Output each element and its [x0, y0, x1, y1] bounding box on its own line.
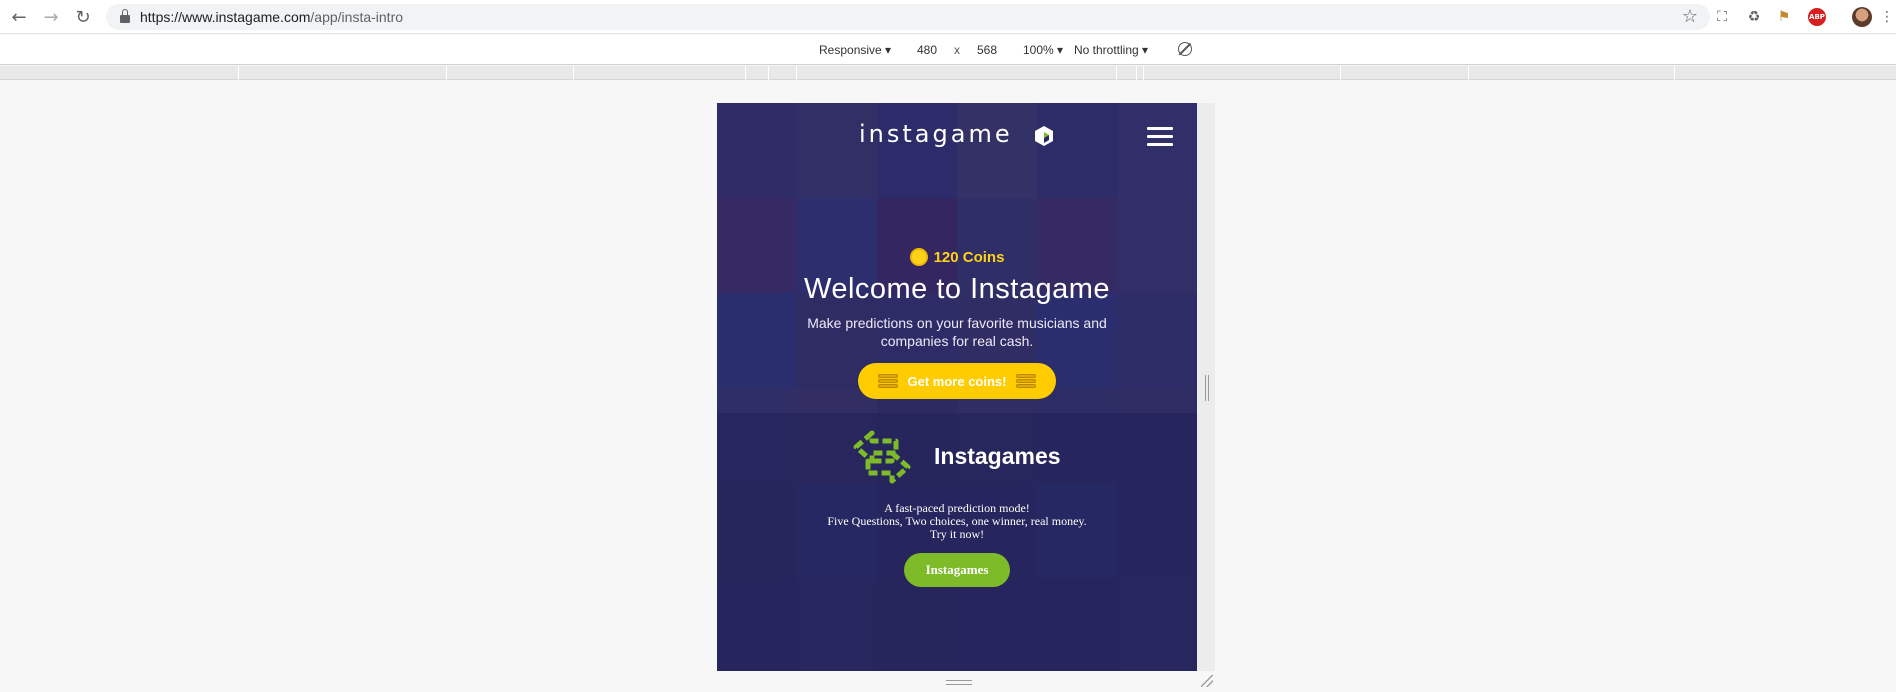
back-arrow-icon[interactable]: ← — [8, 6, 30, 28]
instagames-button[interactable]: Instagames — [904, 553, 1010, 587]
coin-stack-icon — [1016, 374, 1037, 388]
reload-icon[interactable]: ↻ — [72, 6, 94, 28]
device-viewport: instagame 120 Coins Welcome to Instagame… — [717, 103, 1197, 671]
coin-balance-text: 120 Coins — [933, 248, 1005, 266]
rotate-disabled-icon[interactable] — [1178, 42, 1192, 56]
coin-icon — [909, 248, 928, 266]
device-select[interactable]: Responsive ▾ — [819, 43, 891, 57]
instagames-description: A fast-paced prediction mode! Five Quest… — [717, 502, 1197, 541]
corner-resize-handle[interactable] — [1201, 675, 1213, 687]
url-path: /app/insta-intro — [310, 9, 404, 25]
device-select-label: Responsive — [819, 43, 882, 57]
zoom-select-label: 100% — [1023, 43, 1054, 57]
throttling-select-label: No throttling — [1074, 43, 1139, 57]
instagame-logo[interactable]: instagame — [859, 120, 1013, 148]
coin-stack-icon — [877, 374, 898, 388]
screenshot-extension-icon[interactable]: ⛶ — [1712, 7, 1732, 27]
media-query-ruler — [0, 66, 1896, 80]
welcome-heading: Welcome to Instagame — [803, 273, 1111, 305]
menu-dots-icon[interactable]: ⋮ — [1880, 7, 1894, 27]
dimension-separator: x — [954, 43, 960, 57]
get-more-coins-label: Get more coins! — [907, 373, 1007, 389]
device-toolbar: Responsive ▾ 480 x 568 100% ▾ No throttl… — [0, 35, 1896, 65]
hamburger-menu-icon[interactable] — [1147, 127, 1173, 147]
flag-extension-icon[interactable]: ⚑ — [1774, 7, 1794, 27]
url-text: https://www.instagame.com/app/insta-intr… — [140, 9, 403, 25]
swap-arrows-icon — [853, 430, 911, 484]
coin-balance: 120 Coins — [717, 248, 1197, 266]
url-host: https://www.instagame.com — [140, 9, 311, 25]
browser-toolbar: ← → ↻ https://www.instagame.com/app/inst… — [0, 0, 1896, 34]
zoom-select[interactable]: 100% ▾ — [1023, 43, 1063, 57]
throttling-select[interactable]: No throttling ▾ — [1074, 43, 1148, 57]
welcome-subtitle: Make predictions on your favorite musici… — [807, 315, 1107, 349]
address-bar[interactable]: https://www.instagame.com/app/insta-intr… — [106, 4, 1710, 30]
lock-icon — [120, 9, 130, 23]
logo-cube-icon — [1035, 126, 1053, 146]
width-input[interactable]: 480 — [917, 43, 937, 57]
profile-avatar[interactable] — [1852, 7, 1872, 27]
get-more-coins-button[interactable]: Get more coins! — [858, 363, 1056, 399]
instagames-title: Instagames — [934, 443, 1061, 469]
description-line: Try it now! — [929, 527, 985, 541]
height-input[interactable]: 568 — [977, 43, 997, 57]
forward-arrow-icon[interactable]: → — [40, 6, 62, 28]
bookmark-star-icon[interactable]: ☆ — [1682, 6, 1698, 27]
height-resize-handle[interactable] — [946, 680, 972, 685]
adblock-icon[interactable]: ABP — [1808, 8, 1826, 26]
width-resize-handle[interactable] — [1205, 375, 1209, 401]
recycle-extension-icon[interactable]: ♻ — [1744, 7, 1764, 27]
